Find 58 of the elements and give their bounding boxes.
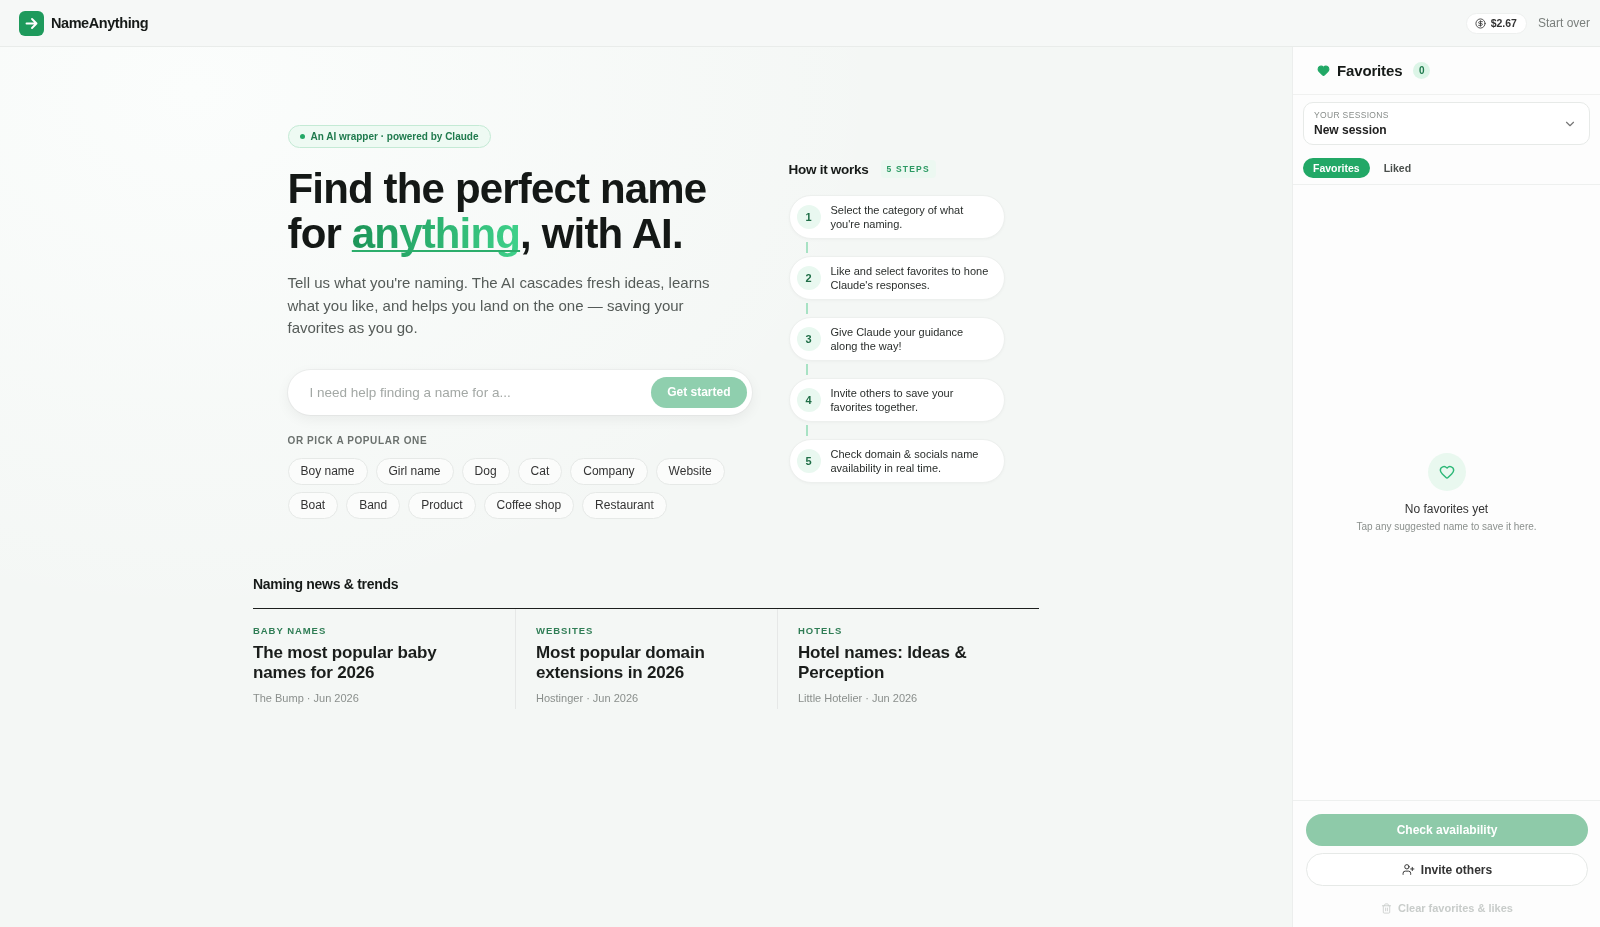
- step-text: Invite others to save your favorites together.: [830, 386, 955, 415]
- step-number: 3: [796, 327, 821, 352]
- tagline-text: An AI wrapper · powered by Claude: [310, 131, 479, 142]
- panel-tab[interactable]: Liked: [1373, 158, 1422, 178]
- article-title[interactable]: Most popular domain extensions in 2026: [536, 643, 756, 683]
- status-dot-icon: [299, 134, 305, 139]
- step-connector: [805, 364, 808, 376]
- empty-hint: Tap any suggested name to save it here.: [1356, 520, 1537, 533]
- step-number: 1: [796, 205, 821, 230]
- article-title[interactable]: The most popular baby names for 2026: [253, 643, 473, 683]
- steps-count: 5 STEPS: [880, 160, 936, 179]
- popular-label: OR PICK A POPULAR ONE: [287, 433, 428, 448]
- article-meta: Little Hotelier · Jun 2026: [798, 691, 919, 705]
- category-chip[interactable]: Boy name: [287, 457, 368, 485]
- trash-icon: [1381, 902, 1392, 914]
- category-chip[interactable]: Restaurant: [582, 491, 667, 519]
- heart-icon: [1317, 64, 1330, 77]
- step-number: 4: [796, 388, 821, 413]
- user-plus-icon: [1401, 863, 1415, 876]
- headline: Find the perfect name for anything, with AI.: [287, 166, 708, 256]
- step-number: 2: [796, 266, 821, 291]
- category-chip[interactable]: Band: [346, 491, 401, 519]
- step-number: 5: [796, 449, 821, 474]
- step-connector: [805, 303, 808, 315]
- arrow-logo-icon: [19, 10, 44, 36]
- article-meta: The Bump · Jun 2026: [253, 691, 360, 705]
- step-connector: [805, 242, 808, 254]
- step-text: Check domain & socials name availability in real time.: [830, 447, 980, 476]
- category-chip[interactable]: Product: [408, 491, 476, 519]
- news-title: Naming news & trends: [253, 575, 399, 592]
- article-category: BABY NAMES: [253, 625, 328, 637]
- step-text: Like and select favorites to hone Claude's responses.: [830, 264, 990, 293]
- article-meta: Hostinger · Jun 2026: [536, 691, 640, 705]
- article-category: HOTELS: [798, 625, 844, 637]
- article-category: WEBSITES: [536, 625, 595, 637]
- credit-amount: $2.67: [1490, 17, 1517, 29]
- heart-outline-icon: [1427, 452, 1466, 491]
- brand-name: NameAnything: [51, 15, 149, 31]
- coin-icon: [1474, 17, 1486, 29]
- step-connector: [805, 425, 808, 437]
- category-chip[interactable]: Coffee shop: [483, 491, 575, 519]
- how-it-works-title: How it works: [788, 161, 869, 177]
- start-over-button[interactable]: Start over: [1537, 14, 1590, 32]
- category-chip[interactable]: Cat: [517, 457, 563, 485]
- session-select[interactable]: YOUR SESSIONS New session: [1303, 102, 1590, 145]
- category-chip[interactable]: Website: [655, 457, 725, 485]
- category-chip[interactable]: Company: [570, 457, 648, 485]
- empty-title: No favorites yet: [1404, 501, 1489, 516]
- intro-text: Tell us what you're naming. The AI cascades fresh ideas, learns what you like, and helps you land on the one — saving your favorites as you go.: [287, 273, 711, 338]
- category-chip[interactable]: Dog: [461, 457, 510, 485]
- favorites-title: Favorites: [1337, 62, 1403, 79]
- step-text: Give Claude your guidance along the way!: [830, 325, 965, 354]
- step-text: Select the category of what you're naming.: [830, 203, 965, 232]
- category-chip[interactable]: Boat: [287, 491, 339, 519]
- invite-button[interactable]: Invite others: [1306, 853, 1588, 886]
- favorites-count: 0: [1413, 62, 1431, 79]
- article-title[interactable]: Hotel names: Ideas & Perception: [798, 643, 1018, 683]
- category-chip[interactable]: Girl name: [375, 457, 454, 485]
